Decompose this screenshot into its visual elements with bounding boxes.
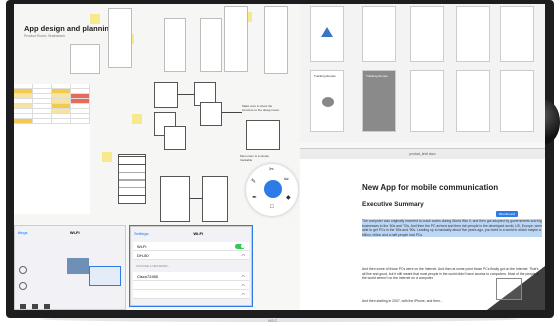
thumbnail-title: Tracking Routes — [366, 74, 388, 78]
board-title: App design and planning — [24, 24, 114, 33]
shape-icon[interactable]: □ — [270, 204, 274, 210]
thumbnail-card[interactable] — [362, 6, 396, 62]
thumbnail-card[interactable] — [500, 70, 534, 132]
connector-line — [222, 112, 242, 113]
thumbnail-card[interactable]: Tracking Routes — [310, 70, 344, 132]
back-link[interactable]: ttings — [18, 230, 28, 235]
color-picker-button[interactable] — [264, 180, 282, 198]
brand-logo: NEC — [268, 318, 278, 323]
sketch-card[interactable] — [160, 176, 190, 222]
board-subtitle: Product Room, Brainstorm — [24, 34, 66, 38]
pen-icon[interactable]: ✎ — [251, 178, 256, 185]
slide-thumbnails[interactable]: Tracking Routes Tracking Routes — [300, 4, 545, 142]
thumbnail-card[interactable] — [456, 70, 490, 132]
sketch-card[interactable] — [202, 176, 228, 222]
folder-icon[interactable] — [44, 303, 50, 309]
wireframe-frame[interactable] — [108, 8, 132, 68]
eraser-icon[interactable]: ◆ — [286, 194, 291, 201]
sticky-note[interactable] — [90, 14, 100, 24]
connector-line — [190, 198, 202, 199]
zoom-out-icon[interactable] — [19, 282, 27, 290]
screen-share-icon[interactable] — [496, 278, 522, 300]
display-screen: App design and planning Product Room, Br… — [14, 4, 545, 310]
phone-screen-left[interactable]: ttings Wi-Fi — [14, 225, 126, 310]
logo-icon — [321, 27, 333, 37]
collaborator-tag: Bloodhound — [496, 211, 519, 217]
thumbnail-card[interactable] — [310, 6, 344, 62]
thumbnail-card[interactable] — [500, 6, 534, 62]
sketch-card[interactable] — [164, 126, 186, 150]
paragraph[interactable]: The computer was originally invented to … — [362, 219, 542, 238]
thumbnail-card[interactable]: Tracking Routes — [362, 70, 396, 132]
photo-thumbnail[interactable] — [67, 258, 89, 274]
highlighter-icon[interactable]: ✒ — [252, 194, 257, 201]
document-subheading: Executive Summary — [362, 201, 424, 208]
wireframe-frame[interactable] — [70, 44, 100, 74]
scissors-icon[interactable]: ✂ — [269, 166, 274, 173]
sketch-note: Make sure to show the structure to the d… — [242, 104, 280, 112]
window-icon[interactable] — [32, 303, 38, 309]
document-heading: New App for mobile communication — [362, 183, 499, 192]
pen-tool-menu[interactable]: ✂ ✎ ✏ ✒ ◆ □ — [246, 164, 298, 216]
taskbar — [14, 302, 134, 310]
selection-frame[interactable] — [89, 266, 121, 286]
thumbnail-title: Tracking Routes — [314, 74, 336, 78]
thumbnail-card[interactable] — [410, 70, 444, 132]
window-titlebar: product_brief.docx — [300, 149, 545, 159]
spreadsheet-panel[interactable] — [14, 84, 90, 214]
sketch-note: Menu item is a simple trackable — [240, 154, 270, 162]
thumbnail-card[interactable] — [410, 6, 444, 62]
sketch-card[interactable] — [200, 102, 222, 126]
thumbnail-card[interactable] — [456, 6, 490, 62]
sketch-card[interactable] — [154, 82, 178, 108]
wireframe-frame[interactable] — [200, 18, 222, 72]
pencil-icon[interactable]: ✏ — [284, 176, 289, 183]
connector-line — [178, 94, 194, 95]
menu-icon[interactable] — [20, 303, 26, 309]
sketch-card[interactable] — [246, 120, 280, 150]
sticky-note[interactable] — [102, 152, 112, 162]
sketch-grid[interactable] — [118, 154, 146, 204]
sheet-row — [14, 119, 90, 124]
wireframe-frame[interactable] — [264, 6, 288, 74]
phone-title: Wi-Fi — [69, 230, 80, 235]
logo-icon — [322, 97, 334, 107]
selection-box[interactable] — [129, 225, 253, 307]
zoom-icon[interactable] — [19, 266, 27, 274]
sticky-note[interactable] — [132, 114, 142, 124]
wireframe-frame[interactable] — [164, 18, 186, 72]
wireframe-frame[interactable] — [224, 6, 248, 72]
